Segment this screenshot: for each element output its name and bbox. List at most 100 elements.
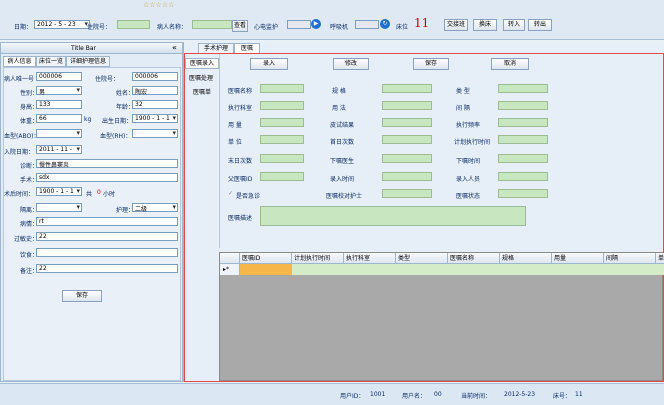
grid-header: 医嘱ID 计划执行时间 执行科室 类型 医嘱名称 规格 用量 间隔 单 xyxy=(220,253,664,264)
plan-time-input[interactable] xyxy=(498,135,548,144)
status-user-id: 1001 xyxy=(370,391,386,398)
save-patient-button[interactable]: 保存 xyxy=(62,290,102,302)
urgent-checkbox-icon[interactable]: ✓ xyxy=(228,190,233,197)
grid-cell-active[interactable] xyxy=(240,264,292,275)
order-name-label: 医嘱名称 xyxy=(228,88,253,95)
status-input[interactable] xyxy=(498,189,548,198)
desc-input[interactable] xyxy=(260,206,526,226)
type-label: 类 型 xyxy=(456,88,470,95)
postop-picker[interactable]: 1900 - 1 - 1 xyxy=(36,187,82,196)
last-day-count-input[interactable] xyxy=(260,154,304,163)
exec-dept-input[interactable] xyxy=(260,101,304,110)
postop-hours: 0 xyxy=(97,189,101,196)
col-dosage[interactable]: 用量 xyxy=(552,253,604,264)
isolation-select[interactable] xyxy=(36,203,82,212)
unique-no-field[interactable]: 000006 xyxy=(36,72,82,81)
col-unit[interactable]: 单 xyxy=(656,253,664,264)
first-day-count-input[interactable] xyxy=(382,135,432,144)
tab-care-detail[interactable]: 详细护理信息 xyxy=(66,56,110,67)
inpatient-no-label-left: 住院号： xyxy=(95,76,120,83)
height-field[interactable]: 133 xyxy=(36,100,82,109)
col-spec[interactable]: 规格 xyxy=(500,253,552,264)
exec-freq-input[interactable] xyxy=(498,118,548,127)
ecg-play-icon[interactable]: ▶ xyxy=(311,19,321,29)
order-doctor-input[interactable] xyxy=(382,154,432,163)
weight-field[interactable]: 66 xyxy=(36,114,82,123)
birth-picker[interactable]: 1900 - 1 - 1 xyxy=(132,114,178,123)
care-select[interactable]: 二级 xyxy=(132,203,178,213)
col-order-id[interactable]: 医嘱ID xyxy=(240,253,292,264)
inpatient-no-label: 住院号： xyxy=(87,24,112,31)
order-name-input[interactable] xyxy=(260,84,304,93)
ecg-status xyxy=(287,20,311,29)
ecg-label: 心电监护 xyxy=(254,24,279,31)
postop-hours-unit: 小时 xyxy=(103,191,116,198)
tab-bed-overview[interactable]: 床位一览 xyxy=(36,56,66,67)
usage-input[interactable] xyxy=(382,101,432,110)
parent-id-input[interactable] xyxy=(260,172,304,181)
usage-label: 用 法 xyxy=(332,105,346,112)
order-time-label: 下嘱时间 xyxy=(456,158,481,165)
admit-label: 入院日期： xyxy=(4,149,35,156)
menu-order-sheet[interactable]: 医嘱单 xyxy=(193,87,211,96)
order-time-input[interactable] xyxy=(498,154,548,163)
age-field[interactable]: 32 xyxy=(132,100,178,109)
col-exec-dept[interactable]: 执行科室 xyxy=(344,253,396,264)
top-toolbar: ☆☆☆☆☆ 日期： 2012 - 5 - 23 住院号： 病人名称： 查看 心电… xyxy=(0,0,664,40)
admit-picker[interactable]: 2011 - 11 - xyxy=(36,145,82,154)
gender-select[interactable]: 男 xyxy=(36,86,82,96)
inpatient-no-field[interactable]: 000006 xyxy=(132,72,178,81)
entry-user-input[interactable] xyxy=(498,172,548,181)
birth-label: 出生日期： xyxy=(102,118,133,125)
date-picker[interactable]: 2012 - 5 - 23 xyxy=(34,20,90,29)
name-field[interactable]: 陶宏 xyxy=(132,86,178,96)
blood-rh-select[interactable] xyxy=(132,129,178,138)
allergy-field[interactable]: 22 xyxy=(36,232,178,241)
table-row[interactable]: ▸* xyxy=(220,264,664,275)
dosage-input[interactable] xyxy=(260,118,304,127)
allergy-label: 过敏史： xyxy=(14,236,39,243)
type-input[interactable] xyxy=(498,84,548,93)
skin-test-input[interactable] xyxy=(382,118,432,127)
patient-name-input[interactable] xyxy=(192,20,232,29)
cancel-button[interactable]: 取消 xyxy=(491,58,529,70)
transfer-in-button[interactable]: 转入 xyxy=(503,19,525,31)
history-field[interactable]: rt xyxy=(36,217,178,226)
col-order-name[interactable]: 医嘱名称 xyxy=(448,253,500,264)
transfer-out-button[interactable]: 转出 xyxy=(528,19,552,31)
grid-corner xyxy=(220,253,240,264)
col-plan-time[interactable]: 计划执行时间 xyxy=(292,253,344,264)
orders-grid: 医嘱ID 计划执行时间 执行科室 类型 医嘱名称 规格 用量 间隔 单 ▸* xyxy=(219,252,664,381)
change-bed-button[interactable]: 换床 xyxy=(473,19,497,31)
unique-no-label: 病人唯一号 xyxy=(4,76,35,83)
interval-input[interactable] xyxy=(498,101,548,110)
edit-button[interactable]: 修改 xyxy=(333,58,369,70)
entry-button[interactable]: 录入 xyxy=(250,58,288,70)
bed-label: 床位 xyxy=(396,24,409,31)
remark-field[interactable]: 22 xyxy=(36,264,178,273)
desc-label: 医嘱描述 xyxy=(228,215,253,222)
menu-order-entry[interactable]: 医嘱录入 xyxy=(185,58,219,69)
col-interval[interactable]: 间隔 xyxy=(604,253,656,264)
check-nurse-input[interactable] xyxy=(382,189,432,198)
view-button[interactable]: 查看 xyxy=(232,20,248,32)
save-order-button[interactable]: 保存 xyxy=(413,58,449,70)
exec-freq-label: 执行频率 xyxy=(456,122,481,129)
panel-title-bar: Title Bar « xyxy=(1,43,182,54)
tab-patient-info[interactable]: 病人信息 xyxy=(3,56,36,67)
rating-stars: ☆☆☆☆☆ xyxy=(143,1,175,9)
diet-field[interactable] xyxy=(36,248,178,257)
surgery-field[interactable]: sdx xyxy=(36,173,178,182)
menu-order-process[interactable]: 医嘱处理 xyxy=(189,73,213,82)
plan-time-label: 计划执行时间 xyxy=(454,139,491,146)
spec-input[interactable] xyxy=(382,84,432,93)
handover-button[interactable]: 交接班 xyxy=(444,19,468,31)
diagnosis-field[interactable]: 慢性鼻窦炎 xyxy=(36,159,178,169)
inpatient-no-input[interactable] xyxy=(117,20,150,29)
col-type[interactable]: 类型 xyxy=(396,253,448,264)
collapse-icon[interactable]: « xyxy=(172,43,177,52)
blood-abo-select[interactable] xyxy=(36,129,82,138)
ventilator-refresh-icon[interactable]: ↻ xyxy=(380,19,390,29)
entry-time-input[interactable] xyxy=(382,172,432,181)
unit-input[interactable] xyxy=(260,135,304,144)
